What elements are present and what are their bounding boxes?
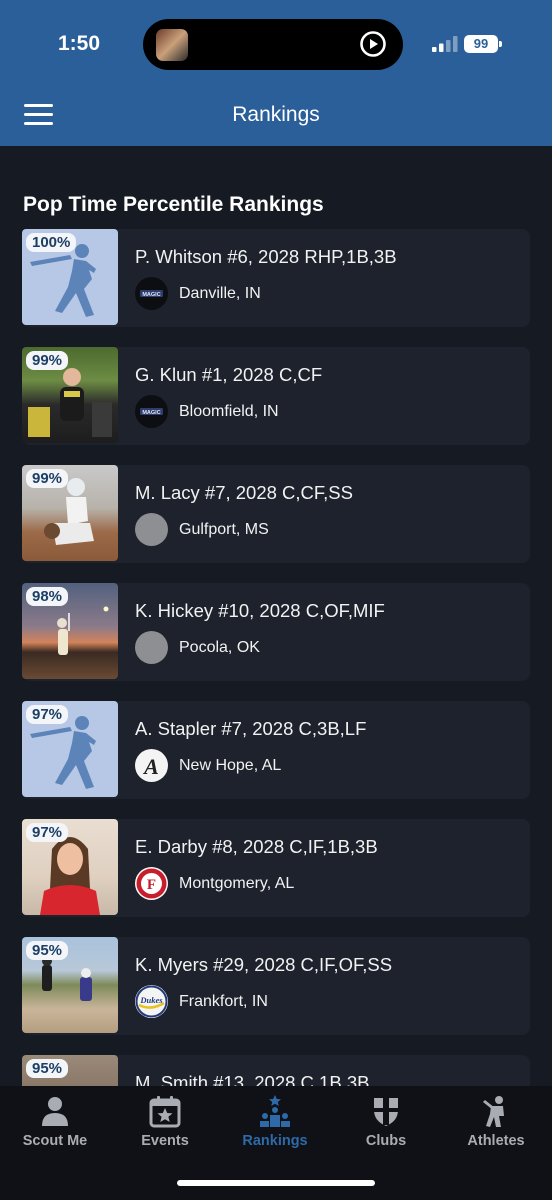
tab-clubs[interactable]: Clubs (331, 1086, 441, 1166)
athlete-photo: 99% (22, 347, 118, 443)
ranking-card[interactable]: 99% G. Klun #1, 2028 C,CF MAGIC Bloomfie… (22, 347, 530, 445)
home-indicator[interactable] (177, 1180, 375, 1186)
athlete-location: Pocola, OK (179, 639, 260, 656)
athlete-location: Frankfort, IN (179, 993, 268, 1010)
ranking-card[interactable]: 95% K. Myers #29, 2028 C,IF,OF,SS Dukes … (22, 937, 530, 1035)
percentile-badge: 99% (26, 469, 69, 488)
svg-text:F: F (147, 877, 156, 893)
ranking-card[interactable]: 98% K. Hickey #10, 2028 C,OF,MIF Pocola,… (22, 583, 530, 681)
athlete-photo: 98% (22, 583, 118, 679)
athlete-photo: 95% (22, 1055, 118, 1086)
athlete-name: M. Lacy #7, 2028 C,CF,SS (135, 482, 353, 503)
podium-icon (260, 1095, 290, 1127)
svg-text:MAGIC: MAGIC (142, 292, 160, 298)
tab-label: Clubs (365, 1133, 407, 1149)
athlete-name: P. Whitson #6, 2028 RHP,1B,3B (135, 246, 397, 267)
signal-icon (432, 36, 458, 52)
dukes-logo: Dukes (135, 985, 168, 1018)
tab-label: Events (141, 1133, 189, 1149)
ranking-card[interactable]: 97% E. Darby #8, 2028 C,IF,1B,3B F Montg… (22, 819, 530, 917)
athlete-location: Gulfport, MS (179, 521, 269, 538)
tab-label: Scout Me (22, 1133, 88, 1149)
app-screen: 1:50 99 Rankings Pop Time Percentile Ran… (0, 0, 552, 1200)
athlete-name: K. Myers #29, 2028 C,IF,OF,SS (135, 954, 393, 975)
athlete-name: E. Darby #8, 2028 C,IF,1B,3B (135, 836, 378, 857)
calendar-star-icon (149, 1096, 181, 1128)
athlete-location: Danville, IN (179, 285, 261, 302)
ranking-card[interactable]: 99% M. Lacy #7, 2028 C,CF,SS Gulfport, M… (22, 465, 530, 563)
tab-rankings[interactable]: Rankings (220, 1086, 330, 1166)
svg-text:MAGIC: MAGIC (142, 410, 160, 416)
tab-athletes[interactable]: Athletes (441, 1086, 551, 1166)
athlete-location: New Hope, AL (179, 757, 282, 774)
play-circle-icon (360, 31, 386, 57)
rankings-list[interactable]: 100% P. Whitson #6, 2028 RHP,1B,3B MAGIC… (0, 229, 552, 1086)
athlete-name: A. Stapler #7, 2028 C,3B,LF (135, 718, 367, 739)
battery-indicator: 99 (464, 35, 498, 53)
status-time: 1:50 (58, 32, 101, 55)
default-club-logo (135, 513, 168, 546)
default-club-logo (135, 631, 168, 664)
athlete-name: M. Smith #13, 2028 C,1B,3B (135, 1072, 370, 1086)
percentile-badge: 98% (26, 587, 69, 606)
athlete-thumbnail: 100% (22, 229, 118, 325)
dynamic-island[interactable] (143, 19, 403, 70)
percentile-badge: 100% (26, 233, 77, 252)
a-logo: A (135, 749, 168, 782)
athlete-name: G. Klun #1, 2028 C,CF (135, 364, 323, 385)
ranking-card[interactable]: 100% P. Whitson #6, 2028 RHP,1B,3B MAGIC… (22, 229, 530, 327)
person-icon (42, 1097, 68, 1126)
percentile-badge: 97% (26, 823, 69, 842)
athlete-location: Bloomfield, IN (179, 403, 279, 420)
percentile-badge: 95% (26, 1059, 69, 1078)
now-playing-thumbnail (156, 29, 188, 61)
tab-scout-me[interactable]: Scout Me (0, 1086, 110, 1166)
percentile-badge: 95% (26, 941, 69, 960)
header: 1:50 99 Rankings (0, 0, 552, 146)
svg-text:Dukes: Dukes (139, 995, 163, 1005)
battery-tip (499, 41, 502, 47)
athlete-name: K. Hickey #10, 2028 C,OF,MIF (135, 600, 385, 621)
magic-logo: MAGIC (135, 395, 168, 428)
svg-text:A: A (142, 754, 159, 779)
percentile-badge: 99% (26, 351, 69, 370)
athlete-location: Montgomery, AL (179, 875, 295, 892)
magic-logo: MAGIC (135, 277, 168, 310)
tab-label: Athletes (467, 1133, 525, 1149)
athlete-photo: 99% (22, 465, 118, 561)
athlete-thumbnail: 97% (22, 701, 118, 797)
ranking-card[interactable]: 95% M. Smith #13, 2028 C,1B,3B (22, 1055, 530, 1086)
page-title: Rankings (232, 103, 320, 126)
athlete-photo: 97% (22, 819, 118, 915)
shield-icon (374, 1098, 398, 1126)
percentile-badge: 97% (26, 705, 69, 724)
tab-events[interactable]: Events (110, 1086, 220, 1166)
athlete-photo: 95% (22, 937, 118, 1033)
athlete-icon (483, 1096, 504, 1127)
ranking-card[interactable]: 97% A. Stapler #7, 2028 C,3B,LF A New Ho… (22, 701, 530, 799)
tab-label: Rankings (242, 1133, 308, 1149)
f-logo: F (135, 867, 168, 900)
section-title: Pop Time Percentile Rankings (23, 193, 324, 216)
